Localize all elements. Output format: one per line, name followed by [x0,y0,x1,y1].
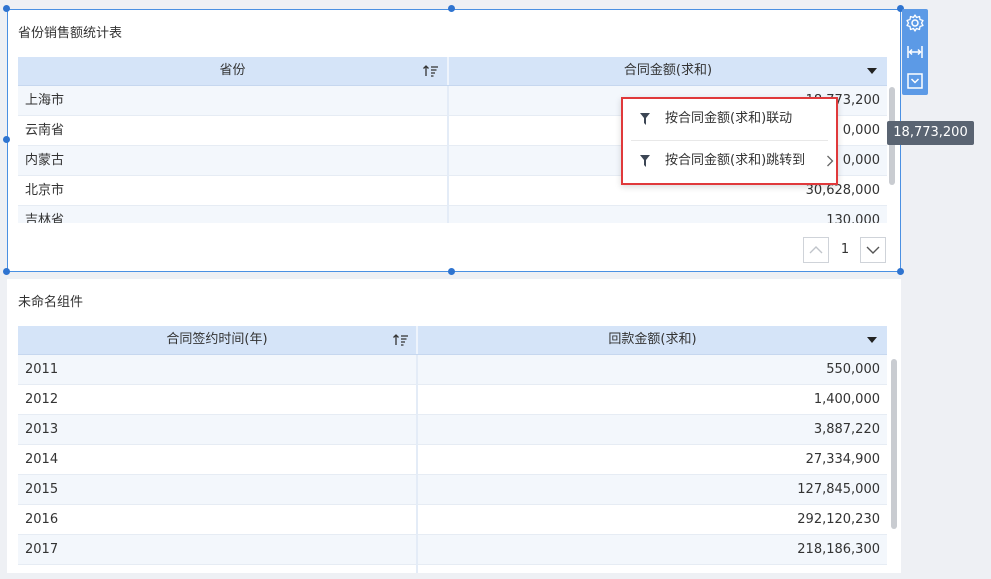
column-divider [416,355,418,573]
chevron-up-icon [809,246,823,254]
component-toolbar [902,9,928,95]
table-row[interactable]: 2012 1,400,000 [18,385,887,415]
payment-table: 合同签约时间(年) 回款金额(求和) 2011 550,000 2012 1,4… [18,326,887,573]
table-row[interactable]: 2015 127,845,000 [18,475,887,505]
panel-title: 省份销售额统计表 [18,26,123,41]
dropdown-box-icon[interactable] [905,71,925,91]
province-cell: 上海市 [25,93,65,108]
amount-cell: 0,000 [842,123,880,138]
resize-handle[interactable] [448,5,455,12]
filter-icon [640,113,650,125]
context-menu: 按合同金额(求和)联动 按合同金额(求和)跳转到 [621,97,838,185]
table-row[interactable]: 2013 3,887,220 [18,415,887,445]
province-cell: 内蒙古 [25,153,65,168]
menu-item-linkage[interactable]: 按合同金额(求和)联动 [623,99,836,139]
payment-panel[interactable]: 未命名组件 合同签约时间(年) 回款金额(求和) 2011 550,000 20… [7,279,901,573]
province-cell: 吉林省 [25,213,65,223]
menu-item-label: 按合同金额(求和)跳转到 [665,153,806,168]
menu-item-jump-to[interactable]: 按合同金额(求和)跳转到 [623,141,836,181]
sort-icon[interactable] [423,65,439,77]
caret-down-icon[interactable] [867,68,877,74]
filter-icon [640,155,650,167]
resize-handle[interactable] [3,268,10,275]
page-down-button[interactable] [860,237,886,263]
page-number: 1 [840,242,850,257]
table-row[interactable]: 2017 218,186,300 [18,535,887,565]
caret-down-icon[interactable] [867,337,877,343]
province-cell: 北京市 [25,183,65,198]
amount-cell: 0,000 [842,153,880,168]
year-cell: 2015 [25,482,59,497]
column-header-payment-amount[interactable]: 回款金额(求和) [418,326,887,354]
fit-width-icon[interactable] [905,42,925,62]
year-cell: 2014 [25,452,59,467]
gear-icon[interactable] [905,13,925,33]
table-header: 省份 合同金额(求和) [18,57,887,86]
amount-cell: 130,000 [826,213,880,223]
column-header-contract-year[interactable]: 合同签约时间(年) [18,326,416,354]
panel-title: 未命名组件 [18,295,84,310]
chevron-down-icon [866,246,880,254]
column-header-contract-amount[interactable]: 合同金额(求和) [449,57,887,85]
province-cell: 云南省 [25,123,65,138]
amount-cell: 292,120,230 [797,512,880,527]
table-row[interactable]: 2014 27,334,900 [18,445,887,475]
amount-cell: 27,334,900 [805,452,880,467]
resize-handle[interactable] [3,5,10,12]
year-cell: 2013 [25,422,59,437]
year-cell: 2011 [25,362,59,377]
year-cell: 2016 [25,512,59,527]
amount-cell: 1,400,000 [813,392,880,407]
vertical-scrollbar[interactable] [891,359,897,529]
amount-cell: 127,845,000 [797,482,880,497]
chevron-right-icon [827,155,834,167]
resize-handle[interactable] [897,268,904,275]
menu-item-label: 按合同金额(求和)联动 [665,111,793,126]
amount-cell: 218,186,300 [797,542,880,557]
table-row[interactable]: 吉林省 130,000 [18,206,887,223]
sort-icon[interactable] [393,334,409,346]
resize-handle[interactable] [3,136,10,143]
year-cell: 2017 [25,542,59,557]
table-row[interactable]: 2016 292,120,230 [18,505,887,535]
table-row[interactable]: 2011 550,000 [18,355,887,385]
resize-handle[interactable] [448,268,455,275]
year-cell: 2012 [25,392,59,407]
column-divider [447,86,449,223]
page-up-button[interactable] [803,237,829,263]
table-header: 合同签约时间(年) 回款金额(求和) [18,326,887,355]
amount-cell: 550,000 [826,362,880,377]
value-tooltip: 18,773,200 [887,121,974,145]
amount-cell: 3,887,220 [813,422,880,437]
column-header-province[interactable]: 省份 [18,57,447,85]
